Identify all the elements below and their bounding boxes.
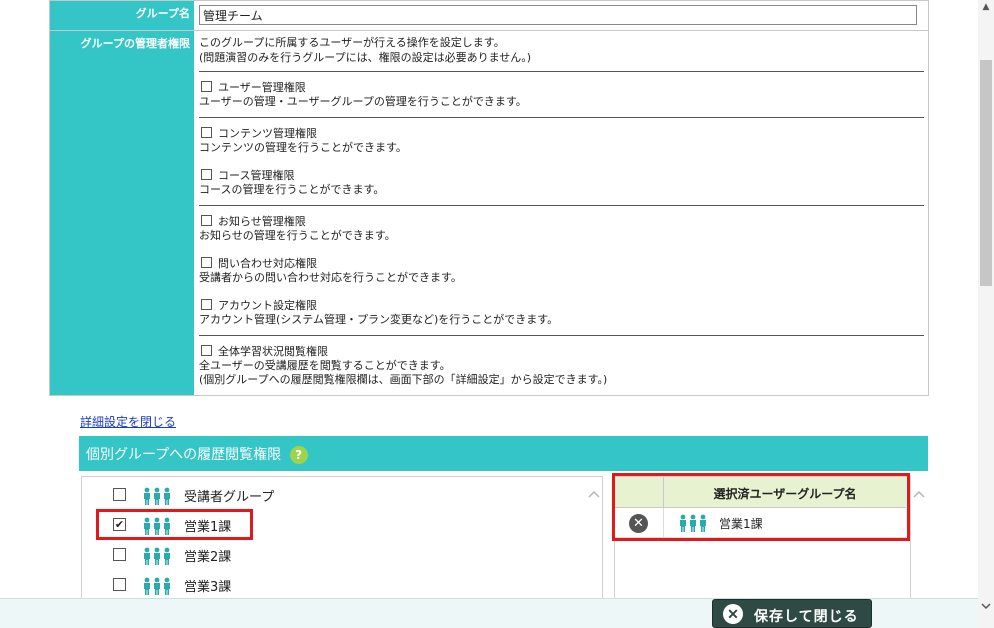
permission-item: お知らせ管理権限 お知らせの管理を行うことができます。 [199,215,924,243]
save-button-label: 保存して閉じる [754,608,859,624]
permission-checkbox[interactable] [201,215,212,226]
list-scroll-up-icon[interactable] [588,490,600,498]
admin-permission-label: グループの管理者権限 [50,31,195,395]
permission-item: コース管理権限 コースの管理を行うことができます。 [199,169,924,197]
permission-name: 全体学習状況閲覧権限 [218,345,328,358]
close-detail-settings-link[interactable]: 詳細設定を閉じる [80,413,176,430]
scroll-up-icon[interactable]: ▲ [981,2,991,12]
permission-name: コース管理権限 [218,169,295,182]
group-list-item[interactable]: 営業2課 [82,539,587,569]
scrollbar-thumb[interactable] [980,60,992,286]
permission-group: ユーザー管理権限 ユーザーの管理・ユーザーグループの管理を行うことができます。 [199,71,924,109]
permission-name: ユーザー管理権限 [218,81,306,94]
permission-description: コンテンツの管理を行うことができます。 [199,141,407,154]
user-group-icon [144,487,170,509]
permission-name: お知らせ管理権限 [218,215,306,228]
group-name: 営業3課 [184,580,232,595]
group-name: 営業2課 [184,550,232,565]
permission-checkbox[interactable] [201,81,212,92]
permission-checkbox[interactable] [201,169,212,180]
permission-group: お知らせ管理権限 お知らせの管理を行うことができます。 問い合わせ対応権限 受講者から… [199,205,924,327]
selected-scroll-up-icon[interactable] [913,490,925,498]
permission-item: ユーザー管理権限 ユーザーの管理・ユーザーグループの管理を行うことができます。 [199,81,924,109]
group-checkbox[interactable] [113,548,126,561]
user-group-icon [144,577,170,599]
group-name-label: グループ名 [50,1,195,30]
permission-item: コンテンツ管理権限 コンテンツの管理を行うことができます。 [199,127,924,155]
permission-item: 全体学習状況閲覧権限 全ユーザーの受講履歴を閲覧することができます。 (個別グループ… [199,345,924,387]
permission-description: お知らせの管理を行うことができます。 [199,229,396,242]
permission-group: 全体学習状況閲覧権限 全ユーザーの受講履歴を閲覧することができます。 (個別グループ… [199,335,924,387]
permission-item: 問い合わせ対応権限 受講者からの問い合わせ対応を行うことができます。 [199,257,924,285]
permission-checkbox[interactable] [201,127,212,138]
history-permission-section-header: 個別グループへの履歴閲覧権限 ? [79,436,928,471]
highlight-box [612,473,910,541]
permission-group: コンテンツ管理権限 コンテンツの管理を行うことができます。 コース管理権限 コースの管… [199,117,924,197]
description-line: (問題演習のみを行うグループには、権限の設定は必要ありません。) [199,51,532,64]
group-checkbox[interactable] [113,578,126,591]
permission-description: 受講者からの問い合わせ対応を行うことができます。 [199,271,462,284]
user-group-icon [144,547,170,569]
group-checkbox[interactable] [113,488,126,501]
group-list-item[interactable]: 営業3課 [82,569,587,599]
permission-checkbox[interactable] [201,345,212,356]
help-icon[interactable]: ? [289,446,308,464]
scroll-down-icon[interactable] [981,602,991,613]
description-line: このグループに所属するユーザーが行える操作を設定します。 [199,36,505,49]
close-circle-icon: ✕ [723,604,743,624]
save-and-close-button[interactable]: ✕ 保存して閉じる [712,599,872,628]
permission-checkbox[interactable] [201,299,212,310]
permission-item: アカウント設定権限 アカウント管理(システム管理・プラン変更など)を行うことができ… [199,299,924,327]
page-scrollbar[interactable]: ▲ [978,0,994,628]
admin-permission-row: グループの管理者権限 このグループに所属するユーザーが行える操作を設定します。 … [50,30,928,395]
group-form-table: グループ名 グループの管理者権限 このグループに所属するユーザーが行える操作を設… [49,0,929,396]
permission-checkbox[interactable] [201,257,212,268]
permission-description: (個別グループへの履歴閲覧権限欄は、画面下部の「詳細設定」から設定できます。) [199,373,608,386]
group-name-input[interactable] [199,5,917,25]
permission-description: 全ユーザーの受講履歴を閲覧することができます。 [199,359,451,372]
admin-permission-description: このグループに所属するユーザーが行える操作を設定します。 (問題演習のみを行うグ… [199,35,924,65]
permission-description: アカウント管理(システム管理・プラン変更など)を行うことができます。 [199,313,559,326]
group-name: 受講者グループ [184,490,275,505]
section-title: 個別グループへの履歴閲覧権限 [86,447,282,463]
highlight-box [96,509,253,540]
permission-description: ユーザーの管理・ユーザーグループの管理を行うことができます。 [199,95,527,108]
group-name-row: グループ名 [50,0,928,30]
permission-name: アカウント設定権限 [218,299,317,312]
permission-name: コンテンツ管理権限 [218,127,317,140]
permission-name: 問い合わせ対応権限 [218,257,317,270]
permission-description: コースの管理を行うことができます。 [199,183,385,196]
group-list-item[interactable]: 受講者グループ [82,479,587,509]
